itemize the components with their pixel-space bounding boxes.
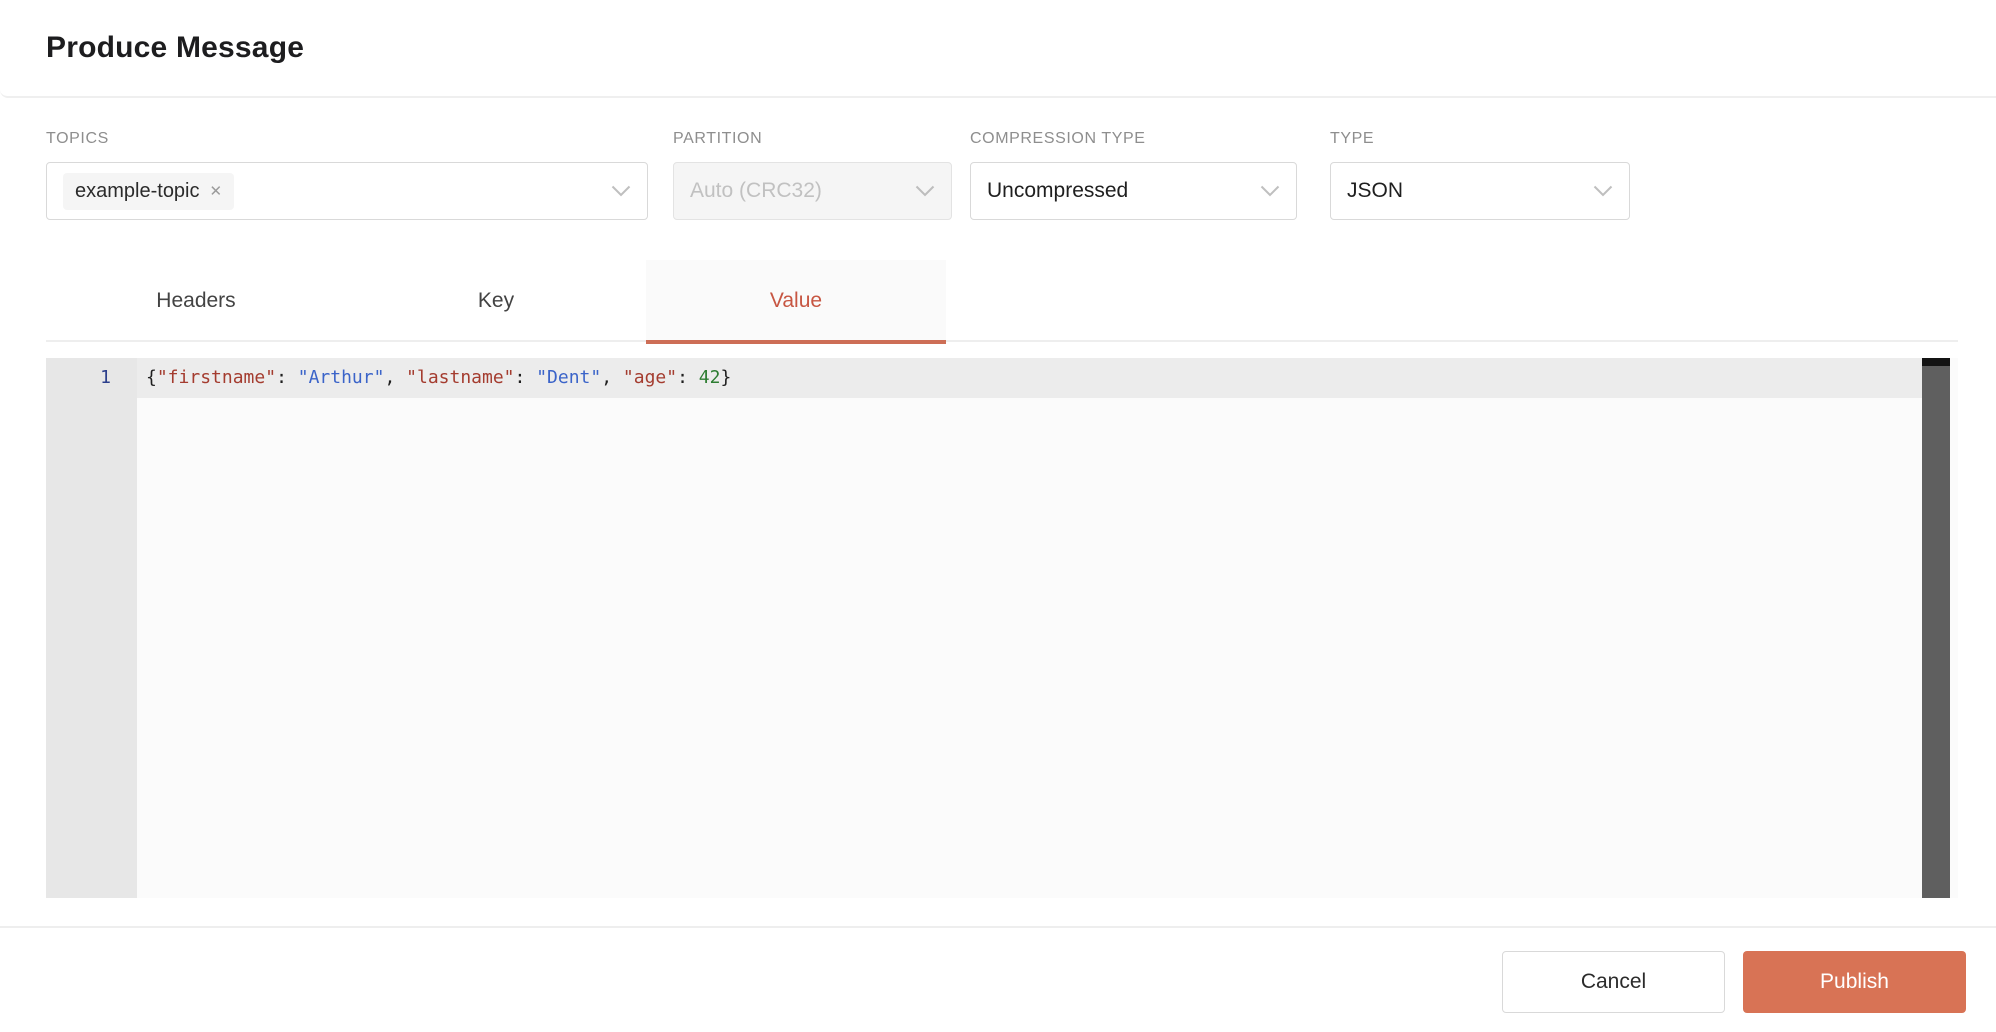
compression-type-select[interactable]: Uncompressed [970,162,1297,220]
code-token-punct: , [601,367,623,388]
code-token-punct: , [384,367,406,388]
chevron-down-icon [1593,185,1613,197]
type-value: JSON [1347,179,1581,203]
tab-key[interactable]: Key [346,260,646,342]
code-token-key: "firstname" [157,367,276,388]
value-code-editor[interactable]: 1 {"firstname": "Arthur", "lastname": "D… [46,358,1958,898]
publish-button[interactable]: Publish [1743,951,1966,1013]
type-field-group: TYPE JSON [1330,130,1630,220]
message-tabs: Headers Key Value [46,260,946,342]
scrollbar-thumb[interactable] [1922,358,1950,366]
compression-type-label: COMPRESSION TYPE [970,130,1297,148]
produce-message-dialog: Produce Message TOPICS example-topic ✕ P… [0,0,1996,1032]
chevron-down-icon [915,185,935,197]
cancel-button[interactable]: Cancel [1502,951,1725,1013]
code-token-punct: { [146,367,157,388]
code-token-punct: } [720,367,731,388]
editor-scrollbar[interactable] [1922,358,1950,898]
topics-value: example-topic ✕ [63,173,599,210]
dialog-header: Produce Message [0,0,1996,98]
code-token-number: 42 [699,367,721,388]
chevron-down-icon [611,185,631,197]
chevron-down-icon [1260,185,1280,197]
line-number: 1 [46,358,137,398]
topic-tag-label: example-topic [75,180,200,203]
editor-gutter: 1 [46,358,137,898]
topics-label: TOPICS [46,130,648,148]
code-token-key: "lastname" [406,367,514,388]
partition-select[interactable]: Auto (CRC32) [673,162,952,220]
tab-headers[interactable]: Headers [46,260,346,342]
type-select[interactable]: JSON [1330,162,1630,220]
code-token-string: "Arthur" [298,367,385,388]
topics-field-group: TOPICS example-topic ✕ [46,130,648,220]
topic-tag: example-topic ✕ [63,173,234,210]
compression-type-value: Uncompressed [987,179,1248,203]
partition-label: PARTITION [673,130,952,148]
code-token-punct: : [677,367,699,388]
code-line: {"firstname": "Arthur", "lastname": "Den… [146,358,731,398]
close-icon[interactable]: ✕ [210,184,223,199]
code-token-punct: : [276,367,298,388]
footer-divider [0,926,1996,928]
type-label: TYPE [1330,130,1630,148]
page-title: Produce Message [46,0,304,96]
code-token-key: "age" [623,367,677,388]
code-token-string: "Dent" [536,367,601,388]
compression-field-group: COMPRESSION TYPE Uncompressed [970,130,1297,220]
tab-value[interactable]: Value [646,260,946,342]
partition-value: Auto (CRC32) [690,179,903,203]
partition-field-group: PARTITION Auto (CRC32) [673,130,952,220]
topics-select[interactable]: example-topic ✕ [46,162,648,220]
code-token-punct: : [515,367,537,388]
